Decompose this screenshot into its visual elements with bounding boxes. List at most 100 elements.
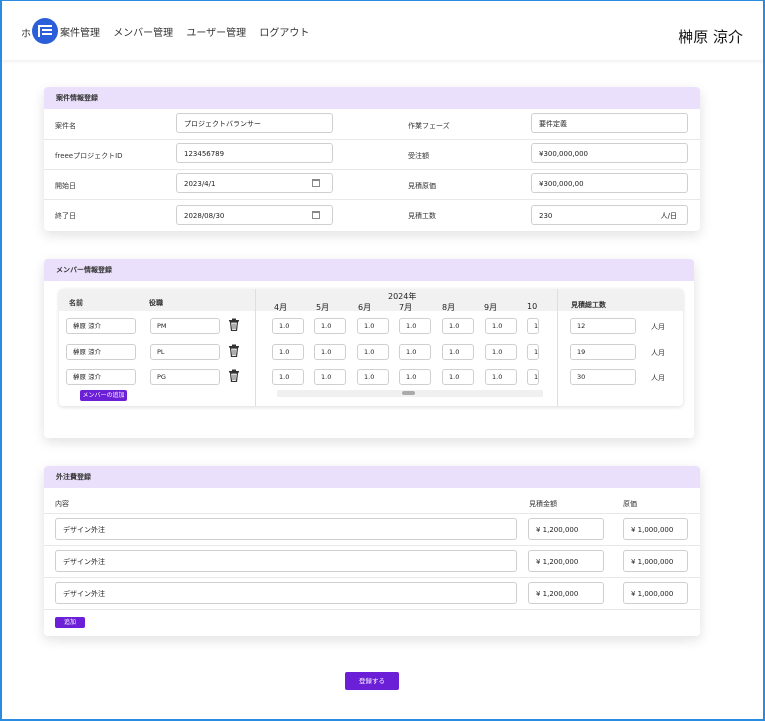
month-effort-input[interactable]: 1.0 (272, 344, 304, 360)
outsource-title: 外注費登録 (44, 466, 700, 488)
freee-id-input[interactable]: 123456789 (176, 143, 333, 163)
freee-id-label: freeeプロジェクトID (55, 152, 123, 160)
estimated-effort-value: 230 (539, 212, 553, 220)
outsource-row: デザイン外注 ¥ 1,200,000 ¥ 1,000,000 (44, 545, 700, 578)
month-effort-input[interactable]: 1.0 (485, 318, 517, 334)
submit-button[interactable]: 登録する (345, 672, 399, 690)
estimated-effort-input[interactable]: 230 人/日 (531, 205, 688, 225)
member-role-input[interactable]: PM (150, 318, 220, 334)
month-effort-input[interactable]: 1.0 (357, 344, 389, 360)
member-name-input[interactable]: 榊原 涼介 (66, 369, 136, 385)
app-logo-icon[interactable] (32, 18, 58, 44)
nav-projects[interactable]: 案件管理 (60, 28, 100, 39)
project-row: freeeプロジェクトID 123456789 受注額 ¥300,000,000 (44, 139, 700, 170)
month-5: 5月 (316, 303, 330, 312)
nav-users[interactable]: ユーザー管理 (186, 28, 246, 39)
main-nav: 案件管理 メンバー管理 ユーザー管理 ログアウト (60, 24, 319, 39)
month-effort-input[interactable]: 1.0 (485, 344, 517, 360)
month-effort-input[interactable]: 1.0 (357, 318, 389, 334)
month-effort-input[interactable]: 1.0 (442, 344, 474, 360)
member-role-input[interactable]: PG (150, 369, 220, 385)
month-effort-input[interactable]: 1.0 (442, 318, 474, 334)
month-effort-input[interactable]: 1.0 (399, 318, 431, 334)
start-date-label: 開始日 (55, 182, 76, 190)
col-name: 名前 (69, 299, 83, 307)
total-effort-input[interactable]: 30 (570, 369, 636, 385)
order-amount-label: 受注額 (408, 152, 429, 160)
month-effort-input[interactable]: 1.0 (485, 369, 517, 385)
divider (255, 289, 256, 406)
project-info-title: 案件情報登録 (44, 87, 700, 109)
horizontal-scrollbar[interactable] (277, 390, 543, 397)
project-row: 案件名 プロジェクトバランサー 作業フェーズ 要件定義 (44, 109, 700, 140)
member-name-input[interactable]: 榊原 涼介 (66, 344, 136, 360)
project-name-input[interactable]: プロジェクトバランサー (176, 113, 333, 133)
col-content: 内容 (55, 500, 69, 508)
month-7: 7月 (399, 303, 413, 312)
calendar-icon[interactable] (312, 179, 320, 187)
month-effort-input[interactable]: 1.0 (314, 318, 346, 334)
month-effort-input[interactable]: 1.0 (272, 318, 304, 334)
trash-icon[interactable] (228, 344, 240, 357)
end-date-value: 2028/08/30 (184, 212, 225, 220)
estimated-effort-label: 見積工数 (408, 212, 436, 220)
content-input[interactable]: デザイン外注 (55, 550, 517, 572)
month-10: 10 (527, 302, 538, 311)
total-effort-input[interactable]: 12 (570, 318, 636, 334)
member-info-title: メンバー情報登録 (44, 259, 694, 281)
calendar-icon[interactable] (312, 211, 320, 219)
unit-label: 人月 (651, 374, 665, 382)
member-name-input[interactable]: 榊原 涼介 (66, 318, 136, 334)
month-9: 9月 (484, 303, 498, 312)
estimate-input[interactable]: ¥ 1,200,000 (528, 518, 604, 540)
month-effort-input[interactable]: 1.0 (399, 344, 431, 360)
estimated-cost-input[interactable]: ¥300,000,00 (531, 173, 688, 193)
month-effort-input[interactable]: 1.0 (399, 369, 431, 385)
project-row: 終了日 2028/08/30 見積工数 230 人/日 (44, 199, 700, 229)
nav-members[interactable]: メンバー管理 (113, 28, 173, 39)
cost-input[interactable]: ¥ 1,000,000 (623, 582, 688, 604)
add-outsource-button[interactable]: 追加 (55, 617, 85, 628)
start-date-value: 2023/4/1 (184, 180, 216, 188)
estimate-input[interactable]: ¥ 1,200,000 (528, 582, 604, 604)
effort-unit: 人/日 (660, 212, 677, 220)
unit-label: 人月 (651, 323, 665, 331)
month-effort-input[interactable]: 1 (527, 369, 539, 385)
work-phase-input[interactable]: 要件定義 (531, 113, 688, 133)
content-input[interactable]: デザイン外注 (55, 518, 517, 540)
estimated-cost-label: 見積原価 (408, 182, 436, 190)
work-phase-label: 作業フェーズ (408, 122, 450, 130)
end-date-input[interactable]: 2028/08/30 (176, 205, 333, 225)
trash-icon[interactable] (228, 369, 240, 382)
end-date-label: 終了日 (55, 212, 76, 220)
estimate-input[interactable]: ¥ 1,200,000 (528, 550, 604, 572)
divider (557, 289, 558, 406)
add-member-button[interactable]: メンバーの追加 (80, 390, 127, 401)
col-role: 役職 (149, 299, 163, 307)
nav-logout[interactable]: ログアウト (259, 28, 309, 39)
cost-input[interactable]: ¥ 1,000,000 (623, 550, 688, 572)
month-effort-input[interactable]: 1.0 (357, 369, 389, 385)
cost-input[interactable]: ¥ 1,000,000 (623, 518, 688, 540)
start-date-input[interactable]: 2023/4/1 (176, 173, 333, 193)
nav-home-fragment[interactable]: ホ (21, 25, 31, 40)
month-effort-input[interactable]: 1.0 (314, 344, 346, 360)
month-effort-input[interactable]: 1 (527, 344, 539, 360)
month-effort-input[interactable]: 1.0 (272, 369, 304, 385)
content-input[interactable]: デザイン外注 (55, 582, 517, 604)
project-info-card: 案件情報登録 案件名 プロジェクトバランサー 作業フェーズ 要件定義 freee… (44, 87, 700, 231)
scrollbar-thumb[interactable] (402, 391, 415, 395)
total-effort-input[interactable]: 19 (570, 344, 636, 360)
outsource-row: デザイン外注 ¥ 1,200,000 ¥ 1,000,000 (44, 577, 700, 610)
col-estimate: 見積金額 (529, 500, 557, 508)
order-amount-input[interactable]: ¥300,000,000 (531, 143, 688, 163)
month-effort-input[interactable]: 1.0 (442, 369, 474, 385)
member-role-input[interactable]: PL (150, 344, 220, 360)
trash-icon[interactable] (228, 318, 240, 331)
month-6: 6月 (358, 303, 372, 312)
col-cost: 原価 (623, 500, 637, 508)
month-4: 4月 (274, 303, 288, 312)
outsource-card: 外注費登録 内容 見積金額 原価 デザイン外注 ¥ 1,200,000 ¥ 1,… (44, 466, 700, 636)
month-effort-input[interactable]: 1.0 (314, 369, 346, 385)
month-effort-input[interactable]: 1 (527, 318, 539, 334)
